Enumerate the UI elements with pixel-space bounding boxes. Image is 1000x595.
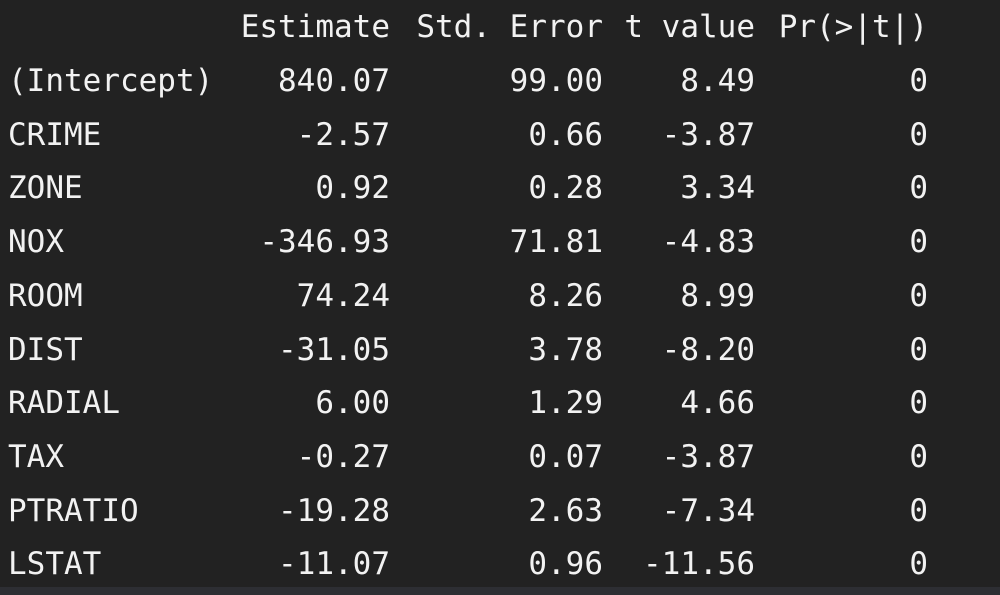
column-header-std-error: Std. Error [416, 9, 603, 45]
p-value: 0 [909, 438, 928, 475]
p-value: 0 [909, 546, 928, 583]
p-value: 0 [909, 277, 928, 314]
table-row: TAX -0.27 0.07 -3.87 0 [0, 430, 1000, 484]
t-value: -3.87 [661, 438, 755, 475]
bottom-bar [0, 587, 1000, 595]
row-label: CRIME [8, 116, 102, 153]
table-row: (Intercept) 840.07 99.00 8.49 0 [0, 54, 1000, 108]
row-label: ZONE [8, 170, 83, 207]
std-error-value: 0.66 [528, 116, 603, 153]
table-row: ROOM 74.24 8.26 8.99 0 [0, 269, 1000, 323]
row-label: TAX [8, 438, 64, 475]
estimate-value: -2.57 [296, 116, 390, 153]
table-row: LSTAT -11.07 0.96 -11.56 0 [0, 537, 1000, 591]
estimate-value: 6.00 [315, 385, 390, 422]
std-error-value: 0.96 [528, 546, 603, 583]
std-error-value: 71.81 [509, 224, 603, 261]
estimate-value: -31.05 [278, 331, 390, 368]
p-value: 0 [909, 170, 928, 207]
std-error-value: 99.00 [509, 63, 603, 99]
row-label: DIST [8, 331, 83, 368]
std-error-value: 1.29 [528, 385, 603, 422]
table-row: RADIAL 6.00 1.29 4.66 0 [0, 376, 1000, 430]
table-row: DIST -31.05 3.78 -8.20 0 [0, 323, 1000, 377]
row-label: NOX [8, 224, 64, 261]
table-row: ZONE 0.92 0.28 3.34 0 [0, 161, 1000, 215]
t-value: 8.99 [680, 277, 755, 314]
t-value: -11.56 [643, 546, 755, 583]
p-value: 0 [909, 492, 928, 529]
row-label: LSTAT [8, 546, 102, 583]
p-value: 0 [909, 224, 928, 261]
std-error-value: 2.63 [528, 492, 603, 529]
row-label: (Intercept) [8, 63, 214, 99]
estimate-value: 74.24 [296, 277, 390, 314]
table-row: NOX -346.93 71.81 -4.83 0 [0, 215, 1000, 269]
estimate-value: -11.07 [278, 546, 390, 583]
t-value: -4.83 [661, 224, 755, 261]
std-error-value: 8.26 [528, 277, 603, 314]
t-value: 4.66 [680, 385, 755, 422]
table-header-row: Estimate Std. Error t value Pr(>|t|) [0, 0, 1000, 54]
t-value: -7.34 [661, 492, 755, 529]
std-error-value: 0.28 [528, 170, 603, 207]
p-value: 0 [909, 63, 928, 99]
p-value: 0 [909, 331, 928, 368]
p-value: 0 [909, 116, 928, 153]
std-error-value: 3.78 [528, 331, 603, 368]
t-value: 3.34 [680, 170, 755, 207]
column-header-t-value: t value [624, 9, 755, 45]
column-header-estimate: Estimate [240, 9, 390, 45]
t-value: -8.20 [661, 331, 755, 368]
estimate-value: -346.93 [259, 224, 390, 261]
estimate-value: -19.28 [278, 492, 390, 529]
p-value: 0 [909, 385, 928, 422]
row-label: RADIAL [8, 385, 120, 422]
t-value: -3.87 [661, 116, 755, 153]
std-error-value: 0.07 [528, 438, 603, 475]
column-header-p-value: Pr(>|t|) [778, 9, 928, 45]
table-row: CRIME -2.57 0.66 -3.87 0 [0, 108, 1000, 162]
row-label: PTRATIO [8, 492, 139, 529]
console-output: Estimate Std. Error t value Pr(>|t|) (In… [0, 0, 1000, 587]
estimate-value: 840.07 [278, 63, 390, 99]
table-row: PTRATIO -19.28 2.63 -7.34 0 [0, 484, 1000, 538]
estimate-value: -0.27 [296, 438, 390, 475]
row-label: ROOM [8, 277, 83, 314]
t-value: 8.49 [680, 63, 755, 99]
estimate-value: 0.92 [315, 170, 390, 207]
